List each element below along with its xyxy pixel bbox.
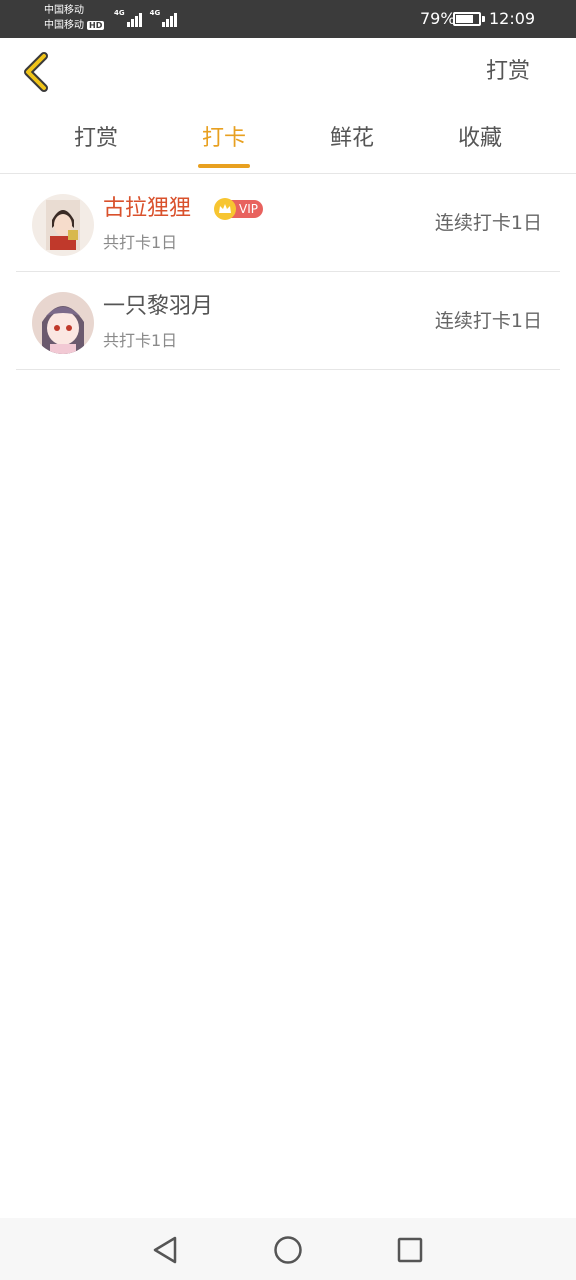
tab-flowers[interactable]: 鲜花 [302,124,402,154]
status-bar: 中国移动 中国移动 HD 4G 4G 79% 12:09 [0,0,576,38]
streak-checkin: 连续打卡1日 [434,310,542,332]
tab-checkin[interactable]: 打卡 [174,124,274,154]
nav-recents-button[interactable] [390,1230,430,1270]
back-button[interactable] [18,50,58,94]
triangle-back-icon [153,1236,177,1264]
signal-icon: 4G [150,9,178,27]
system-nav-bar [0,1218,576,1280]
clock: 12:09 [489,9,536,28]
avatar[interactable] [32,194,94,256]
nav-home-button[interactable] [268,1230,308,1270]
hd-badge: HD [87,21,105,30]
tab-reward[interactable]: 打赏 [46,124,146,154]
user-name: 一只黎羽月 [103,294,214,319]
nav-back-button[interactable] [145,1230,185,1270]
list-item[interactable]: 古拉狸狸 VIP 共打卡1日 连续打卡1日 [16,174,560,272]
battery-icon [453,12,481,26]
avatar-image [32,292,94,354]
chevron-left-icon [24,52,48,92]
carrier-2: 中国移动 [44,20,84,31]
battery-tip [482,16,485,22]
total-checkin: 共打卡1日 [103,233,178,252]
tab-bar: 打赏 打卡 鲜花 收藏 [0,110,576,174]
streak-checkin: 连续打卡1日 [434,212,542,234]
network-type-2: 4G [149,9,161,17]
vip-badge: VIP [214,198,263,220]
avatar-image [32,194,94,256]
tab-favorites[interactable]: 收藏 [430,124,530,154]
carrier-1: 中国移动 [44,5,84,16]
user-name: 古拉狸狸 [103,196,192,221]
circle-home-icon [274,1236,302,1264]
tab-active-indicator [198,164,250,168]
network-type-1: 4G [114,9,125,17]
signal-icon: 4G [114,9,142,27]
signal-indicators: 4G 4G [114,9,178,27]
list-item[interactable]: 一只黎羽月 共打卡1日 连续打卡1日 [16,272,560,370]
avatar[interactable] [32,292,94,354]
total-checkin: 共打卡1日 [103,331,178,350]
battery-percent: 79% [420,9,456,28]
reward-button[interactable]: 打赏 [486,58,530,86]
carrier-info: 中国移动 中国移动 HD [44,3,105,33]
square-recents-icon [397,1237,423,1263]
crown-icon [214,198,236,220]
